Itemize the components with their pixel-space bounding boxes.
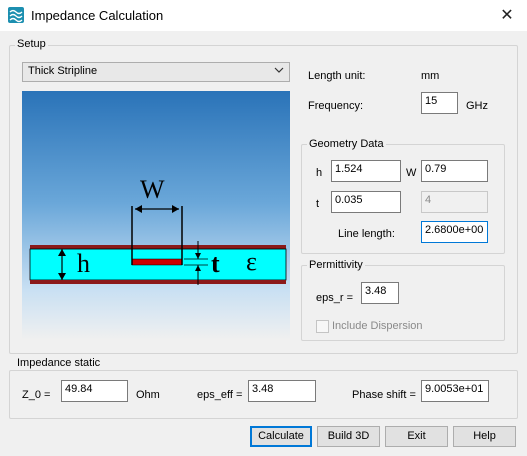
w-input[interactable]: 0.79 bbox=[421, 160, 488, 182]
frequency-label: Frequency: bbox=[308, 100, 364, 112]
width-label: W bbox=[140, 175, 165, 204]
phase-shift-output[interactable]: 9.0053e+01 bbox=[421, 380, 489, 402]
eps-eff-output[interactable]: 3.48 bbox=[248, 380, 316, 402]
eps-eff-label: eps_eff = bbox=[197, 389, 243, 401]
bottom-ground-plane bbox=[30, 280, 286, 284]
frequency-input[interactable]: 15 bbox=[421, 92, 458, 114]
z0-unit: Ohm bbox=[136, 389, 160, 401]
include-dispersion-label: Include Dispersion bbox=[332, 320, 423, 332]
phase-shift-label: Phase shift = bbox=[352, 389, 416, 401]
height-label: h bbox=[77, 249, 90, 278]
t-input[interactable]: 0.035 bbox=[331, 191, 401, 213]
line-type-value: Thick Stripline bbox=[28, 65, 98, 77]
geometry-group-label: Geometry Data bbox=[307, 138, 386, 150]
calculate-button[interactable]: Calculate bbox=[250, 426, 312, 447]
z0-output[interactable]: 49.84 bbox=[61, 380, 128, 402]
w-label: W bbox=[406, 167, 417, 179]
build-3d-button[interactable]: Build 3D bbox=[317, 426, 380, 447]
eps-r-label: eps_r = bbox=[316, 292, 353, 304]
line-length-input[interactable]: 2.6800e+00 bbox=[421, 221, 488, 243]
include-dispersion-checkbox[interactable] bbox=[316, 320, 329, 333]
window-title: Impedance Calculation bbox=[31, 8, 164, 23]
length-unit-label: Length unit: bbox=[308, 70, 366, 82]
impedance-group-label: Impedance static bbox=[15, 357, 103, 369]
permittivity-group-label: Permittivity bbox=[307, 259, 365, 271]
close-icon[interactable]: ✕ bbox=[496, 5, 518, 25]
stripline-diagram: W h t ε bbox=[22, 91, 290, 340]
exit-button[interactable]: Exit bbox=[385, 426, 448, 447]
eps-r-input[interactable]: 3.48 bbox=[361, 282, 399, 304]
app-icon bbox=[8, 7, 24, 23]
frequency-unit: GHz bbox=[466, 100, 488, 112]
line-length-label: Line length: bbox=[338, 228, 395, 240]
disabled-geometry-input: 4 bbox=[421, 191, 488, 213]
t-label: t bbox=[316, 198, 320, 210]
h-label: h bbox=[316, 167, 323, 179]
h-input[interactable]: 1.524 bbox=[331, 160, 401, 182]
signal-strip bbox=[131, 258, 183, 266]
setup-group-label: Setup bbox=[15, 38, 48, 50]
help-button[interactable]: Help bbox=[453, 426, 516, 447]
z0-label: Z_0 = bbox=[22, 389, 51, 401]
chevron-down-icon bbox=[274, 65, 284, 78]
length-unit-value: mm bbox=[421, 70, 440, 82]
epsilon-label: ε bbox=[246, 247, 257, 276]
thickness-label: t bbox=[211, 249, 220, 278]
line-type-select[interactable]: Thick Stripline bbox=[22, 62, 290, 82]
